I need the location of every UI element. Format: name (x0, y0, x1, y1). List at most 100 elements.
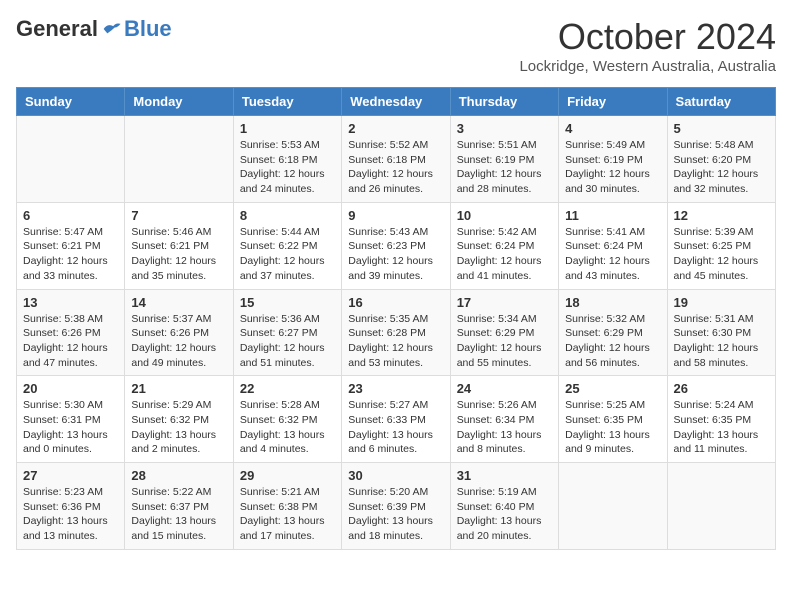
day-info: Sunrise: 5:32 AM Sunset: 6:29 PM Dayligh… (565, 312, 660, 371)
day-info: Sunrise: 5:25 AM Sunset: 6:35 PM Dayligh… (565, 398, 660, 457)
day-info: Sunrise: 5:39 AM Sunset: 6:25 PM Dayligh… (674, 225, 769, 284)
logo-blue-text: Blue (124, 16, 172, 42)
calendar-cell: 23 Sunrise: 5:27 AM Sunset: 6:33 PM Dayli… (342, 376, 450, 463)
day-number: 3 (457, 121, 552, 136)
day-number: 11 (565, 208, 660, 223)
day-number: 6 (23, 208, 118, 223)
day-info: Sunrise: 5:47 AM Sunset: 6:21 PM Dayligh… (23, 225, 118, 284)
day-number: 19 (674, 295, 769, 310)
calendar-cell (125, 116, 233, 203)
calendar-cell: 31 Sunrise: 5:19 AM Sunset: 6:40 PM Dayli… (450, 463, 558, 550)
calendar-cell: 28 Sunrise: 5:22 AM Sunset: 6:37 PM Dayli… (125, 463, 233, 550)
month-title: October 2024 (519, 16, 776, 58)
day-info: Sunrise: 5:38 AM Sunset: 6:26 PM Dayligh… (23, 312, 118, 371)
calendar-cell: 29 Sunrise: 5:21 AM Sunset: 6:38 PM Dayli… (233, 463, 341, 550)
calendar-cell: 27Sunrise: 5:23 AM Sunset: 6:36 PM Dayli… (17, 463, 125, 550)
calendar-cell: 7 Sunrise: 5:46 AM Sunset: 6:21 PM Daylig… (125, 202, 233, 289)
day-number: 1 (240, 121, 335, 136)
day-info: Sunrise: 5:43 AM Sunset: 6:23 PM Dayligh… (348, 225, 443, 284)
day-info: Sunrise: 5:36 AM Sunset: 6:27 PM Dayligh… (240, 312, 335, 371)
day-number: 28 (131, 468, 226, 483)
calendar-cell: 4 Sunrise: 5:49 AM Sunset: 6:19 PM Daylig… (559, 116, 667, 203)
day-info: Sunrise: 5:20 AM Sunset: 6:39 PM Dayligh… (348, 485, 443, 544)
day-info: Sunrise: 5:23 AM Sunset: 6:36 PM Dayligh… (23, 485, 118, 544)
calendar-cell (667, 463, 775, 550)
day-info: Sunrise: 5:37 AM Sunset: 6:26 PM Dayligh… (131, 312, 226, 371)
day-info: Sunrise: 5:48 AM Sunset: 6:20 PM Dayligh… (674, 138, 769, 197)
day-info: Sunrise: 5:30 AM Sunset: 6:31 PM Dayligh… (23, 398, 118, 457)
calendar-cell: 18 Sunrise: 5:32 AM Sunset: 6:29 PM Dayli… (559, 289, 667, 376)
day-info: Sunrise: 5:53 AM Sunset: 6:18 PM Dayligh… (240, 138, 335, 197)
day-number: 7 (131, 208, 226, 223)
calendar-weekday-header: Wednesday (342, 88, 450, 116)
calendar-cell: 21 Sunrise: 5:29 AM Sunset: 6:32 PM Dayli… (125, 376, 233, 463)
day-info: Sunrise: 5:51 AM Sunset: 6:19 PM Dayligh… (457, 138, 552, 197)
calendar-week-row: 27Sunrise: 5:23 AM Sunset: 6:36 PM Dayli… (17, 463, 776, 550)
day-info: Sunrise: 5:34 AM Sunset: 6:29 PM Dayligh… (457, 312, 552, 371)
day-info: Sunrise: 5:46 AM Sunset: 6:21 PM Dayligh… (131, 225, 226, 284)
day-number: 16 (348, 295, 443, 310)
day-number: 24 (457, 381, 552, 396)
day-info: Sunrise: 5:52 AM Sunset: 6:18 PM Dayligh… (348, 138, 443, 197)
calendar-cell: 10 Sunrise: 5:42 AM Sunset: 6:24 PM Dayli… (450, 202, 558, 289)
calendar-body: 1 Sunrise: 5:53 AM Sunset: 6:18 PM Daylig… (17, 116, 776, 550)
calendar-cell: 6 Sunrise: 5:47 AM Sunset: 6:21 PM Daylig… (17, 202, 125, 289)
logo: General Blue (16, 16, 172, 42)
calendar-cell: 9Sunrise: 5:43 AM Sunset: 6:23 PM Daylig… (342, 202, 450, 289)
calendar-week-row: 13Sunrise: 5:38 AM Sunset: 6:26 PM Dayli… (17, 289, 776, 376)
day-info: Sunrise: 5:27 AM Sunset: 6:33 PM Dayligh… (348, 398, 443, 457)
calendar-cell: 20 Sunrise: 5:30 AM Sunset: 6:31 PM Dayli… (17, 376, 125, 463)
day-number: 23 (348, 381, 443, 396)
page-header: General Blue October 2024 Lockridge, Wes… (16, 16, 776, 75)
day-info: Sunrise: 5:49 AM Sunset: 6:19 PM Dayligh… (565, 138, 660, 197)
location-text: Lockridge, Western Australia, Australia (519, 58, 776, 75)
calendar-cell: 25 Sunrise: 5:25 AM Sunset: 6:35 PM Dayli… (559, 376, 667, 463)
day-info: Sunrise: 5:29 AM Sunset: 6:32 PM Dayligh… (131, 398, 226, 457)
day-number: 21 (131, 381, 226, 396)
day-info: Sunrise: 5:21 AM Sunset: 6:38 PM Dayligh… (240, 485, 335, 544)
day-number: 20 (23, 381, 118, 396)
day-info: Sunrise: 5:31 AM Sunset: 6:30 PM Dayligh… (674, 312, 769, 371)
day-info: Sunrise: 5:28 AM Sunset: 6:32 PM Dayligh… (240, 398, 335, 457)
day-info: Sunrise: 5:35 AM Sunset: 6:28 PM Dayligh… (348, 312, 443, 371)
calendar-cell: 19 Sunrise: 5:31 AM Sunset: 6:30 PM Dayli… (667, 289, 775, 376)
day-number: 22 (240, 381, 335, 396)
day-info: Sunrise: 5:19 AM Sunset: 6:40 PM Dayligh… (457, 485, 552, 544)
day-number: 15 (240, 295, 335, 310)
logo-general-text: General (16, 16, 98, 42)
calendar-weekday-header: Sunday (17, 88, 125, 116)
calendar-cell: 15 Sunrise: 5:36 AM Sunset: 6:27 PM Dayli… (233, 289, 341, 376)
day-info: Sunrise: 5:24 AM Sunset: 6:35 PM Dayligh… (674, 398, 769, 457)
calendar-week-row: 6 Sunrise: 5:47 AM Sunset: 6:21 PM Daylig… (17, 202, 776, 289)
calendar-cell: 30 Sunrise: 5:20 AM Sunset: 6:39 PM Dayli… (342, 463, 450, 550)
calendar-cell: 16 Sunrise: 5:35 AM Sunset: 6:28 PM Dayli… (342, 289, 450, 376)
day-info: Sunrise: 5:26 AM Sunset: 6:34 PM Dayligh… (457, 398, 552, 457)
day-info: Sunrise: 5:44 AM Sunset: 6:22 PM Dayligh… (240, 225, 335, 284)
day-number: 26 (674, 381, 769, 396)
calendar-week-row: 20 Sunrise: 5:30 AM Sunset: 6:31 PM Dayli… (17, 376, 776, 463)
calendar-cell: 12 Sunrise: 5:39 AM Sunset: 6:25 PM Dayli… (667, 202, 775, 289)
calendar-cell: 11Sunrise: 5:41 AM Sunset: 6:24 PM Dayli… (559, 202, 667, 289)
day-number: 10 (457, 208, 552, 223)
calendar-cell: 22 Sunrise: 5:28 AM Sunset: 6:32 PM Dayli… (233, 376, 341, 463)
day-number: 30 (348, 468, 443, 483)
day-number: 18 (565, 295, 660, 310)
calendar-cell (559, 463, 667, 550)
day-number: 4 (565, 121, 660, 136)
logo-bird-icon (100, 18, 122, 40)
day-number: 31 (457, 468, 552, 483)
calendar-cell: 24 Sunrise: 5:26 AM Sunset: 6:34 PM Dayli… (450, 376, 558, 463)
calendar-cell: 26 Sunrise: 5:24 AM Sunset: 6:35 PM Dayli… (667, 376, 775, 463)
day-number: 29 (240, 468, 335, 483)
calendar-weekday-header: Friday (559, 88, 667, 116)
day-number: 14 (131, 295, 226, 310)
day-number: 25 (565, 381, 660, 396)
day-number: 17 (457, 295, 552, 310)
day-info: Sunrise: 5:42 AM Sunset: 6:24 PM Dayligh… (457, 225, 552, 284)
calendar-cell: 8Sunrise: 5:44 AM Sunset: 6:22 PM Daylig… (233, 202, 341, 289)
calendar-cell: 5Sunrise: 5:48 AM Sunset: 6:20 PM Daylig… (667, 116, 775, 203)
title-area: October 2024 Lockridge, Western Australi… (519, 16, 776, 75)
day-info: Sunrise: 5:22 AM Sunset: 6:37 PM Dayligh… (131, 485, 226, 544)
calendar-cell: 13Sunrise: 5:38 AM Sunset: 6:26 PM Dayli… (17, 289, 125, 376)
day-number: 12 (674, 208, 769, 223)
